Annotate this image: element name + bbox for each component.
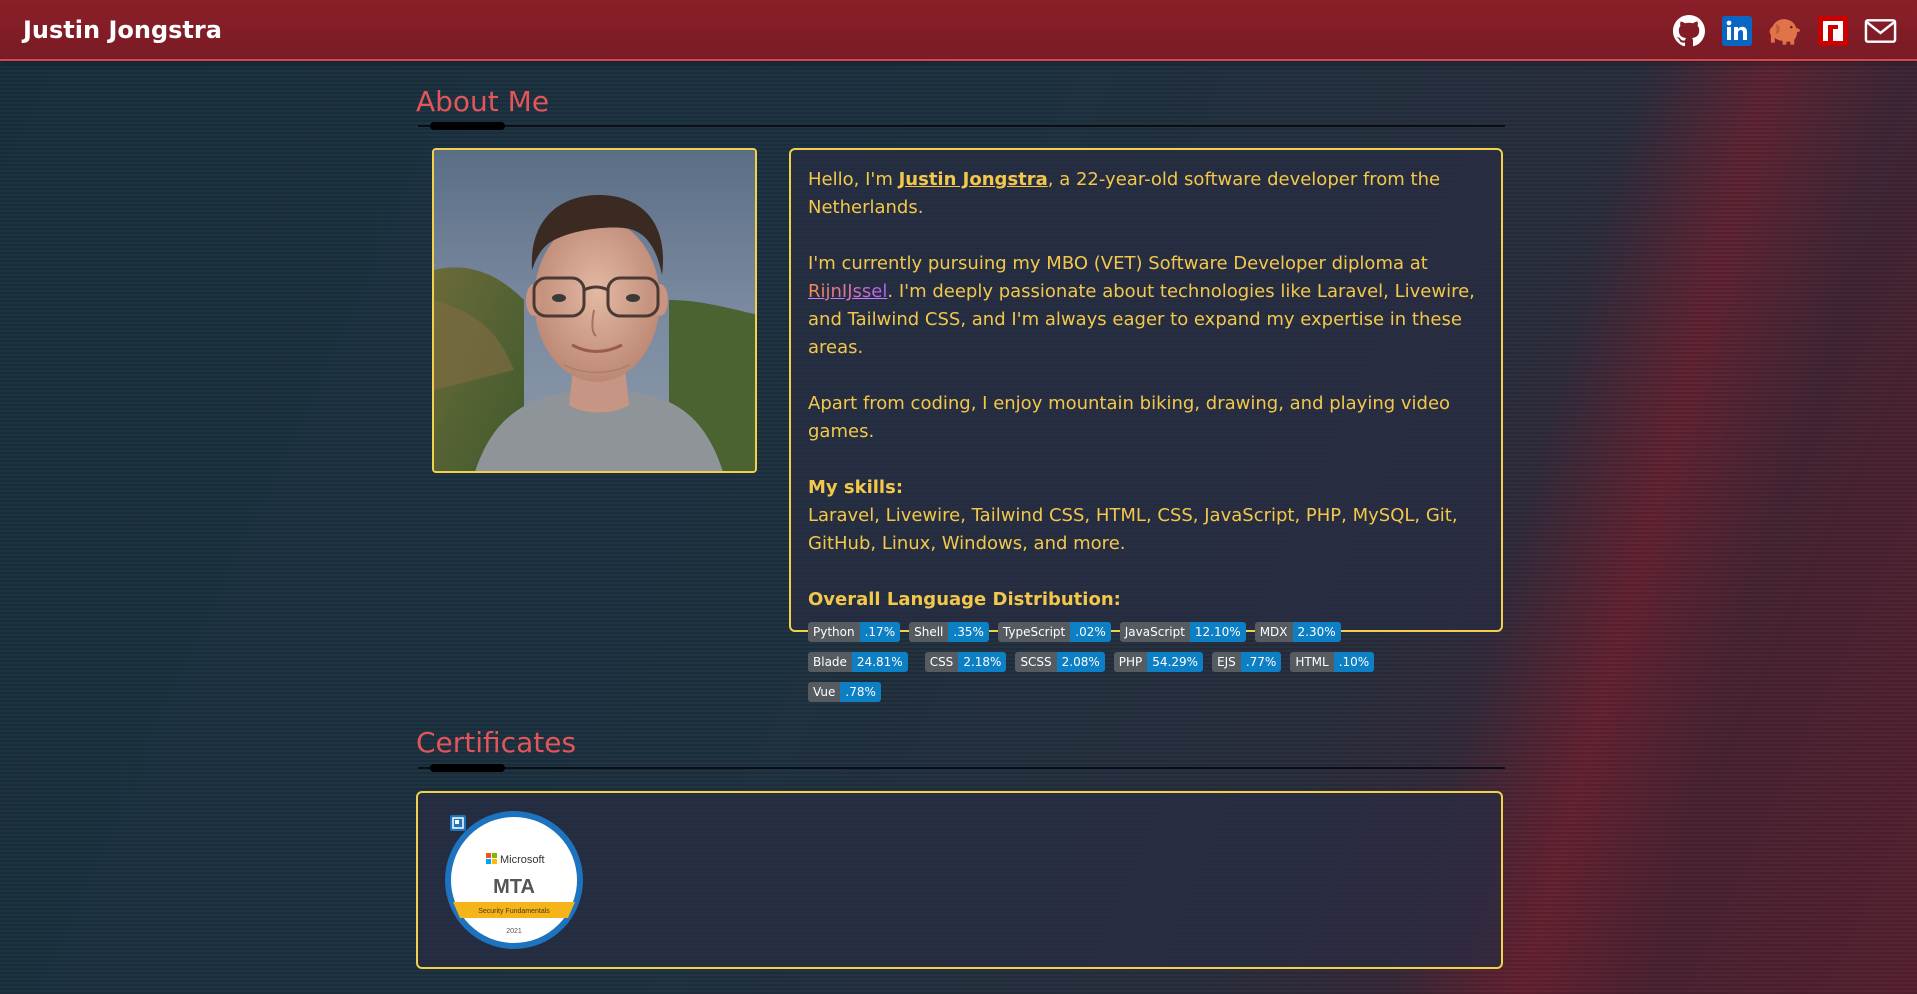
cert-subject: Security Fundamentals bbox=[478, 908, 550, 915]
certificates-section-title: Certificates bbox=[416, 726, 577, 759]
linkedin-icon[interactable] bbox=[1720, 14, 1753, 47]
language-percent: 2.08% bbox=[1056, 652, 1105, 672]
language-name: HTML bbox=[1290, 652, 1334, 672]
language-name: MDX bbox=[1254, 622, 1293, 642]
school-link[interactable]: RijnIJssel bbox=[808, 281, 887, 302]
language-badge: EJS .77% bbox=[1212, 652, 1282, 672]
cert-vendor: Microsoft bbox=[500, 854, 545, 866]
certificates-divider-accent bbox=[430, 764, 505, 772]
language-percent: .35% bbox=[948, 622, 989, 642]
language-name: SCSS bbox=[1015, 652, 1057, 672]
language-badge: JavaScript 12.10% bbox=[1119, 622, 1246, 642]
profile-photo bbox=[432, 148, 757, 473]
certificates-card: Microsoft MTA Security Fundamentals 2021 bbox=[416, 791, 1503, 969]
language-badge: Python .17% bbox=[808, 622, 901, 642]
skills-list: Laravel, Livewire, Tailwind CSS, HTML, C… bbox=[808, 505, 1458, 554]
language-badge: Shell .35% bbox=[909, 622, 989, 642]
language-name: TypeScript bbox=[997, 622, 1071, 642]
language-name: Shell bbox=[909, 622, 949, 642]
brand-name[interactable]: Justin Jongstra bbox=[23, 16, 222, 44]
social-links bbox=[1672, 14, 1897, 47]
skills-block: My skills: Laravel, Livewire, Tailwind CS… bbox=[808, 474, 1485, 558]
study-post-text: . I'm deeply passionate about technologi… bbox=[808, 281, 1475, 358]
language-percent: .02% bbox=[1070, 622, 1111, 642]
certificates-title-divider bbox=[418, 767, 1505, 769]
about-section-title: About Me bbox=[416, 85, 550, 118]
about-divider-accent bbox=[430, 122, 505, 130]
about-card: Hello, I'm Justin Jongstra, a 22-year-ol… bbox=[789, 148, 1503, 702]
language-percent: 2.30% bbox=[1292, 622, 1341, 642]
cert-year: 2021 bbox=[506, 928, 522, 935]
hobbies-paragraph: Apart from coding, I enjoy mountain biki… bbox=[808, 393, 1451, 442]
cert-code: MTA bbox=[493, 876, 535, 898]
about-title-divider bbox=[418, 125, 1505, 127]
language-percent: .77% bbox=[1240, 652, 1282, 672]
study-paragraph: I'm currently pursuing my MBO (VET) Soft… bbox=[808, 250, 1485, 362]
github-icon[interactable] bbox=[1672, 14, 1705, 47]
language-distribution-heading: Overall Language Distribution: bbox=[808, 589, 1121, 610]
language-name: Vue bbox=[808, 682, 841, 702]
intro-paragraph: Hello, I'm Justin Jongstra, a 22-year-ol… bbox=[808, 166, 1485, 222]
language-name: JavaScript bbox=[1119, 622, 1190, 642]
intro-pre-text: Hello, I'm bbox=[808, 169, 899, 190]
laravel-elephant-icon[interactable] bbox=[1768, 14, 1801, 47]
language-percent: .10% bbox=[1333, 652, 1375, 672]
language-percent: 12.10% bbox=[1189, 622, 1246, 642]
skills-heading: My skills: bbox=[808, 477, 904, 498]
name-link[interactable]: Justin Jongstra bbox=[899, 169, 1048, 190]
language-badge: SCSS 2.08% bbox=[1015, 652, 1105, 672]
language-badge: Vue .78% bbox=[808, 682, 881, 702]
language-percent: 54.29% bbox=[1147, 652, 1204, 672]
language-name: Blade bbox=[808, 652, 852, 672]
mail-icon[interactable] bbox=[1864, 14, 1897, 47]
language-badges: Python .17% Shell .35% TypeScript .02% Java… bbox=[808, 622, 1408, 702]
language-name: Python bbox=[808, 622, 860, 642]
study-pre-text: I'm currently pursuing my MBO (VET) Soft… bbox=[808, 253, 1428, 274]
language-name: EJS bbox=[1212, 652, 1241, 672]
language-percent: 2.18% bbox=[958, 652, 1007, 672]
language-badge: PHP 54.29% bbox=[1113, 652, 1204, 672]
language-name: PHP bbox=[1113, 652, 1148, 672]
language-badge: CSS 2.18% bbox=[924, 652, 1007, 672]
language-badge: TypeScript .02% bbox=[997, 622, 1111, 642]
language-badge: Blade 24.81% bbox=[808, 652, 908, 672]
mta-certificate-badge[interactable]: Microsoft MTA Security Fundamentals 2021 bbox=[444, 810, 584, 950]
language-percent: .78% bbox=[840, 682, 881, 702]
language-name: CSS bbox=[924, 652, 959, 672]
language-percent: .17% bbox=[859, 622, 901, 642]
language-badge: MDX 2.30% bbox=[1254, 622, 1341, 642]
language-percent: 24.81% bbox=[851, 652, 908, 672]
language-badge: HTML .10% bbox=[1290, 652, 1375, 672]
npm-icon[interactable] bbox=[1816, 14, 1849, 47]
top-navbar: Justin Jongstra bbox=[0, 0, 1917, 61]
